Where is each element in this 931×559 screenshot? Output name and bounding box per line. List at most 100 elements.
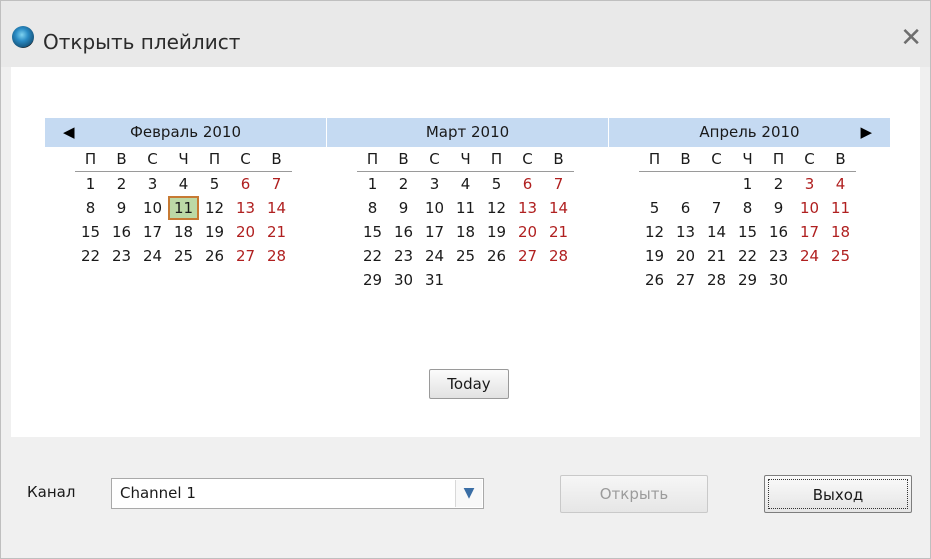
day-cell[interactable]: 19 — [639, 244, 670, 268]
day-cell[interactable]: 4 — [450, 172, 481, 197]
day-cell[interactable]: 20 — [670, 244, 701, 268]
day-cell[interactable]: 15 — [75, 220, 106, 244]
day-cell[interactable]: 27 — [230, 244, 261, 268]
day-cell[interactable]: 28 — [701, 268, 732, 292]
day-cell[interactable]: 12 — [199, 196, 230, 220]
day-cell[interactable]: 13 — [230, 196, 261, 220]
day-cell[interactable]: 15 — [732, 220, 763, 244]
day-cell[interactable]: 9 — [388, 196, 419, 220]
day-cell[interactable]: 24 — [137, 244, 168, 268]
prev-month-icon[interactable]: ◀ — [63, 118, 75, 147]
day-cell[interactable]: 18 — [450, 220, 481, 244]
day-cell[interactable]: 2 — [763, 172, 794, 197]
day-cell[interactable]: 14 — [261, 196, 292, 220]
close-icon[interactable]: ✕ — [900, 25, 922, 51]
day-cell[interactable]: 17 — [419, 220, 450, 244]
day-cell[interactable]: 20 — [512, 220, 543, 244]
day-cell[interactable]: 9 — [106, 196, 137, 220]
day-cell[interactable]: 18 — [825, 220, 856, 244]
day-cell[interactable]: 2 — [106, 172, 137, 197]
day-cell[interactable]: 30 — [763, 268, 794, 292]
day-cell[interactable]: 28 — [261, 244, 292, 268]
day-cell[interactable]: 5 — [639, 196, 670, 220]
weekday-header: С — [230, 147, 261, 172]
day-cell[interactable]: 16 — [106, 220, 137, 244]
day-cell[interactable]: 14 — [701, 220, 732, 244]
day-cell[interactable]: 25 — [825, 244, 856, 268]
day-cell[interactable]: 6 — [670, 196, 701, 220]
day-cell[interactable]: 7 — [543, 172, 574, 197]
day-cell[interactable]: 29 — [732, 268, 763, 292]
open-button[interactable]: Открыть — [560, 475, 708, 513]
day-cell[interactable]: 11 — [825, 196, 856, 220]
day-cell[interactable]: 5 — [199, 172, 230, 197]
day-cell[interactable]: 13 — [670, 220, 701, 244]
month-title: Февраль 2010 — [129, 123, 242, 141]
day-cell[interactable]: 24 — [794, 244, 825, 268]
day-cell[interactable]: 28 — [543, 244, 574, 268]
day-cell[interactable]: 12 — [639, 220, 670, 244]
month-title: Апрель 2010 — [699, 123, 800, 141]
day-cell[interactable]: 27 — [512, 244, 543, 268]
day-cell[interactable]: 14 — [543, 196, 574, 220]
day-cell[interactable]: 19 — [481, 220, 512, 244]
day-cell[interactable]: 22 — [357, 244, 388, 268]
day-cell[interactable]: 3 — [419, 172, 450, 197]
day-cell[interactable]: 4 — [825, 172, 856, 197]
day-cell[interactable]: 23 — [388, 244, 419, 268]
day-cell[interactable]: 1 — [75, 172, 106, 197]
day-cell[interactable]: 23 — [763, 244, 794, 268]
day-cell[interactable]: 12 — [481, 196, 512, 220]
day-cell[interactable]: 22 — [75, 244, 106, 268]
day-cell[interactable]: 21 — [543, 220, 574, 244]
day-cell[interactable]: 27 — [670, 268, 701, 292]
channel-select[interactable]: Channel 1 ▼ — [111, 478, 484, 509]
day-cell[interactable]: 25 — [168, 244, 199, 268]
day-cell[interactable]: 1 — [732, 172, 763, 197]
day-cell[interactable]: 8 — [732, 196, 763, 220]
day-cell[interactable]: 8 — [357, 196, 388, 220]
day-cell[interactable]: 18 — [168, 220, 199, 244]
day-cell[interactable]: 11 — [450, 196, 481, 220]
exit-button[interactable]: Выход — [764, 475, 912, 513]
day-cell[interactable]: 3 — [794, 172, 825, 197]
day-cell[interactable]: 4 — [168, 172, 199, 197]
day-cell[interactable]: 19 — [199, 220, 230, 244]
day-cell[interactable]: 21 — [261, 220, 292, 244]
day-cell[interactable]: 7 — [701, 196, 732, 220]
day-cell[interactable]: 23 — [106, 244, 137, 268]
day-cell[interactable]: 10 — [794, 196, 825, 220]
day-cell[interactable]: 26 — [199, 244, 230, 268]
day-cell[interactable]: 16 — [388, 220, 419, 244]
day-cell[interactable]: 22 — [732, 244, 763, 268]
day-cell[interactable]: 3 — [137, 172, 168, 197]
day-cell[interactable]: 6 — [512, 172, 543, 197]
day-cell[interactable]: 31 — [419, 268, 450, 292]
day-cell[interactable]: 26 — [639, 268, 670, 292]
day-cell[interactable]: 15 — [357, 220, 388, 244]
next-month-icon[interactable]: ▶ — [860, 118, 872, 147]
day-cell[interactable]: 25 — [450, 244, 481, 268]
day-cell[interactable]: 6 — [230, 172, 261, 197]
day-cell[interactable]: 8 — [75, 196, 106, 220]
today-button[interactable]: Today — [429, 369, 509, 399]
day-cell[interactable]: 21 — [701, 244, 732, 268]
day-cell[interactable]: 20 — [230, 220, 261, 244]
dropdown-arrow-icon[interactable]: ▼ — [455, 480, 482, 507]
day-cell[interactable]: 24 — [419, 244, 450, 268]
day-cell[interactable]: 9 — [763, 196, 794, 220]
day-cell[interactable]: 11 — [168, 196, 199, 220]
day-cell[interactable]: 17 — [794, 220, 825, 244]
day-cell[interactable]: 16 — [763, 220, 794, 244]
day-cell[interactable]: 1 — [357, 172, 388, 197]
day-cell[interactable]: 10 — [419, 196, 450, 220]
day-cell[interactable]: 10 — [137, 196, 168, 220]
day-cell[interactable]: 2 — [388, 172, 419, 197]
day-cell[interactable]: 30 — [388, 268, 419, 292]
day-cell[interactable]: 29 — [357, 268, 388, 292]
day-cell[interactable]: 17 — [137, 220, 168, 244]
day-cell[interactable]: 5 — [481, 172, 512, 197]
day-cell[interactable]: 26 — [481, 244, 512, 268]
day-cell[interactable]: 13 — [512, 196, 543, 220]
day-cell[interactable]: 7 — [261, 172, 292, 197]
